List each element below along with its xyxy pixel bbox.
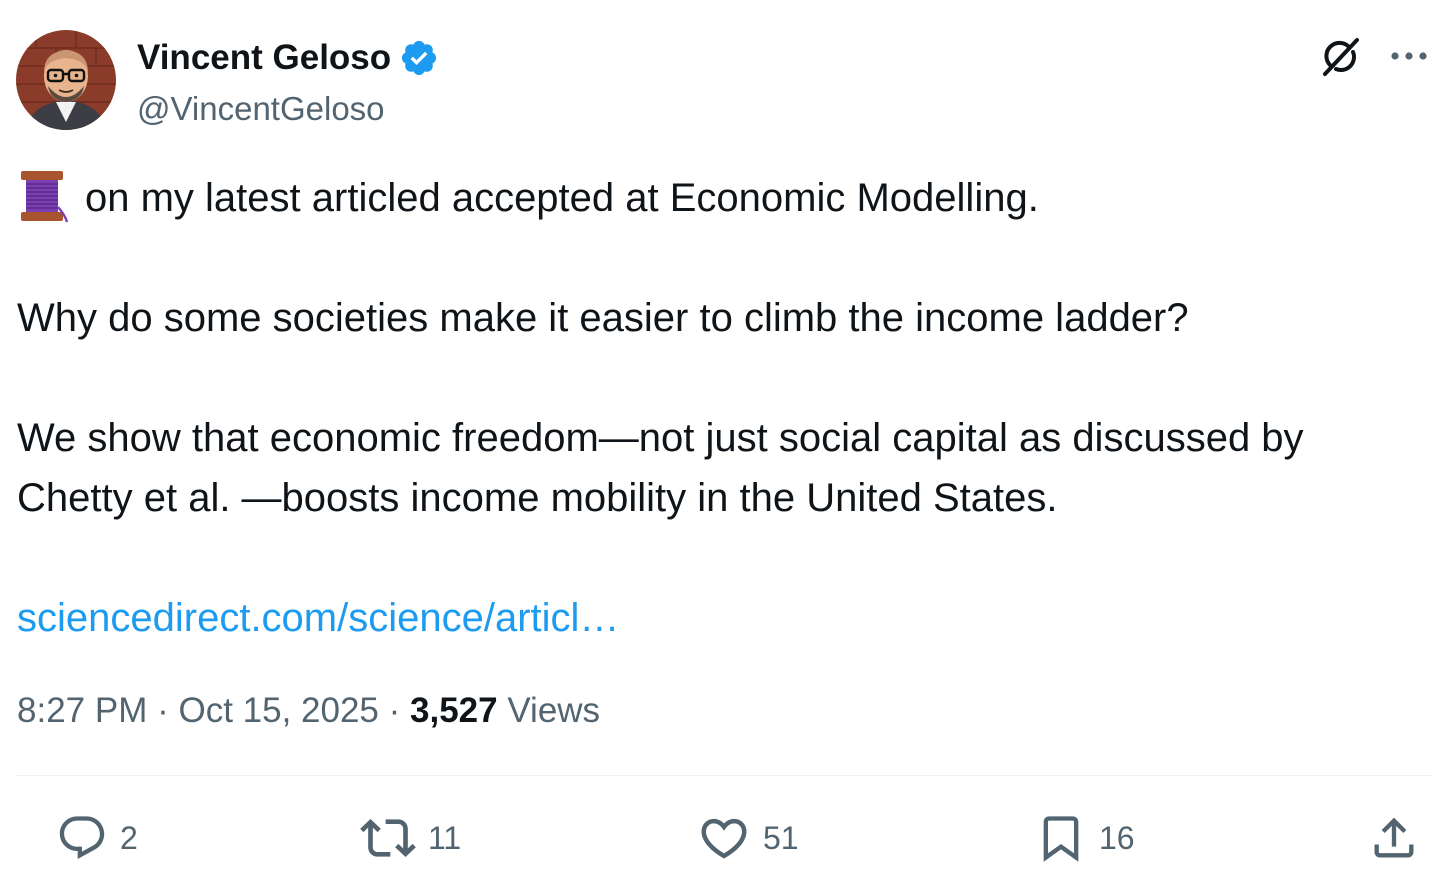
more-options-button[interactable] [1386, 36, 1432, 76]
meta-separator: · [378, 691, 410, 730]
heart-icon [701, 818, 747, 859]
retweet-count: 11 [428, 819, 462, 856]
avatar-image [16, 30, 116, 130]
views-count[interactable]: 3,527 [410, 691, 498, 730]
views-label[interactable]: Views [507, 691, 600, 730]
reply-icon [59, 816, 105, 860]
tweet-line-1-text: on my latest articled accepted at Econom… [85, 176, 1039, 220]
grok-button[interactable] [1316, 32, 1366, 82]
thread-spool-emoji [21, 171, 69, 223]
share-icon [1374, 817, 1414, 858]
bookmark-icon [1043, 816, 1079, 862]
author-name-text[interactable]: Vincent Geloso [137, 36, 391, 80]
verified-badge-icon[interactable] [399, 38, 439, 78]
meta-separator: · [147, 691, 179, 730]
bookmark-count: 16 [1099, 819, 1135, 856]
tweet-time[interactable]: 8:27 PM [17, 691, 147, 730]
tweet-paragraph-3-line-1: We show that economic freedom—not just s… [17, 416, 1304, 460]
grok-icon [1323, 38, 1359, 76]
retweet-icon [360, 819, 416, 857]
tweet-paragraph-3-line-2: Chetty et al. —boosts income mobility in… [17, 476, 1058, 520]
bookmark-button[interactable]: 16 [1035, 810, 1135, 866]
tweet-link-line: sciencedirect.com/science/articl… [17, 588, 1437, 648]
tweet-text: on my latest articled accepted at Econom… [17, 168, 1437, 648]
author-name[interactable]: Vincent Geloso [137, 36, 439, 80]
divider [16, 775, 1432, 776]
tweet-paragraph-2: Why do some societies make it easier to … [17, 296, 1189, 340]
article-link[interactable]: sciencedirect.com/science/articl… [17, 596, 619, 640]
tweet-date[interactable]: Oct 15, 2025 [178, 691, 378, 730]
reply-count: 2 [120, 819, 138, 856]
share-button[interactable] [1368, 810, 1420, 866]
tweet-meta: 8:27 PM · Oct 15, 2025 · 3,527 Views [17, 688, 600, 734]
more-icon [1391, 52, 1427, 60]
like-button[interactable]: 51 [697, 810, 799, 866]
tweet-line-1: on my latest articled accepted at Econom… [17, 168, 1437, 228]
avatar[interactable] [16, 30, 116, 130]
reply-button[interactable]: 2 [56, 810, 138, 866]
author-handle[interactable]: @VincentGeloso [137, 88, 385, 130]
like-count: 51 [763, 819, 799, 856]
retweet-button[interactable]: 11 [360, 810, 461, 866]
